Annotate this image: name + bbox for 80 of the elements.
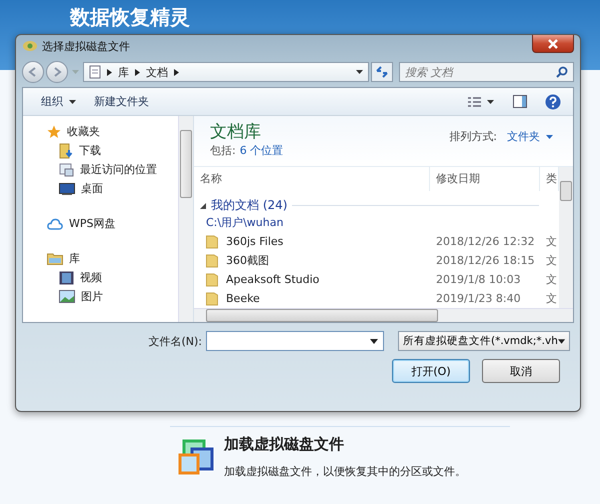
breadcrumb-item[interactable]: 库 bbox=[118, 64, 129, 80]
folder-icon bbox=[206, 254, 218, 268]
column-header[interactable]: 修改日期 bbox=[430, 167, 540, 191]
overlapping-squares-icon bbox=[178, 439, 216, 477]
file-name-label: 文件名(N): bbox=[147, 334, 202, 348]
file-name[interactable]: Apeaksoft Studio bbox=[226, 273, 320, 286]
monitor-icon bbox=[59, 182, 75, 194]
column-header[interactable]: 名称 bbox=[194, 167, 430, 191]
star-icon bbox=[47, 124, 61, 138]
nav-item[interactable]: WPS网盘 bbox=[47, 214, 178, 233]
scrollbar[interactable] bbox=[178, 116, 193, 322]
file-name[interactable]: 360js Files bbox=[226, 235, 284, 248]
arrange-label: 排列方式: bbox=[449, 129, 497, 144]
caret-icon bbox=[69, 100, 76, 104]
caret-icon bbox=[558, 338, 565, 344]
nav-item[interactable]: 图片 bbox=[47, 287, 178, 306]
table-cell-text: 文 bbox=[545, 272, 558, 287]
file-name[interactable]: Beeke bbox=[226, 292, 260, 305]
table-cell-text: 2019/1/23 8:40 bbox=[435, 292, 522, 305]
back-button[interactable] bbox=[22, 61, 44, 83]
list-view-icon bbox=[467, 96, 495, 108]
chevron-icon bbox=[107, 68, 112, 76]
nav-item[interactable]: 库 bbox=[47, 249, 178, 268]
file-type-dropdown[interactable]: 所有虚拟硬盘文件(*.vmdk;*.vh bbox=[398, 331, 570, 351]
organize-button[interactable]: 组织 bbox=[37, 92, 84, 111]
folder-icon bbox=[206, 272, 218, 286]
folder-icon bbox=[206, 292, 218, 306]
folder-download-icon bbox=[59, 142, 73, 158]
group-path: C:\用户\wuhan bbox=[205, 215, 284, 230]
help-icon bbox=[545, 94, 561, 110]
table-cell-text: 文 bbox=[545, 234, 558, 249]
file-name[interactable]: 360截图 bbox=[226, 253, 269, 268]
library-title: 文档库 bbox=[210, 121, 262, 143]
chevron-icon bbox=[135, 68, 140, 76]
recent-places-icon bbox=[59, 162, 74, 176]
picture-icon bbox=[59, 290, 75, 303]
nav-item[interactable]: 桌面 bbox=[47, 179, 178, 198]
forward-button[interactable] bbox=[46, 61, 68, 83]
refresh-button[interactable] bbox=[371, 62, 393, 82]
arrange-dropdown[interactable]: 文件夹 bbox=[507, 129, 553, 144]
table-cell-text: 2019/1/8 10:03 bbox=[435, 273, 522, 286]
dialog-button[interactable]: 打开(O) bbox=[392, 359, 470, 383]
scrollbar[interactable] bbox=[559, 167, 573, 308]
table-cell-text: 文 bbox=[545, 253, 558, 268]
nav-item[interactable]: 下载 bbox=[47, 141, 178, 160]
close-button[interactable] bbox=[532, 35, 574, 53]
nav-item[interactable]: 最近访问的位置 bbox=[47, 160, 178, 179]
folder-icon bbox=[47, 252, 63, 265]
refresh-arrows-icon bbox=[375, 65, 389, 79]
nav-item[interactable]: 视频 bbox=[47, 268, 178, 287]
dialog-button[interactable]: 取消 bbox=[482, 359, 560, 383]
search-field[interactable]: 搜索 文档 bbox=[399, 62, 574, 82]
address-bar[interactable]: 库 文档 bbox=[83, 62, 369, 82]
chevron-icon bbox=[174, 68, 179, 76]
search-icon bbox=[556, 66, 568, 78]
caret-icon bbox=[370, 338, 378, 344]
pane-icon bbox=[513, 95, 527, 108]
group-title: 我的文档 (24) bbox=[211, 197, 288, 214]
scrollbar[interactable] bbox=[194, 308, 573, 322]
collapse-triangle-icon[interactable] bbox=[200, 202, 206, 208]
cloud-icon bbox=[47, 218, 63, 230]
new-folder-button[interactable]: 新建文件夹 bbox=[90, 92, 157, 111]
file-name-field[interactable] bbox=[206, 331, 384, 351]
table-cell-text: 2018/12/26 18:15 bbox=[435, 254, 536, 267]
app-title: 数据恢复精灵 bbox=[70, 4, 190, 31]
document-icon bbox=[89, 65, 101, 79]
locations-link[interactable]: 6 个位置 bbox=[240, 143, 284, 158]
close-icon bbox=[547, 38, 559, 48]
disk-icon bbox=[22, 39, 38, 53]
dialog-title: 选择虚拟磁盘文件 bbox=[42, 38, 130, 54]
folder-icon bbox=[206, 234, 218, 248]
feature-description: 加载虚拟磁盘文件，以便恢复其中的分区或文件。 bbox=[224, 464, 466, 479]
caret-icon bbox=[546, 134, 553, 138]
breadcrumb-item[interactable]: 文档 bbox=[146, 64, 168, 80]
feature-title: 加载虚拟磁盘文件 bbox=[224, 435, 345, 454]
film-icon bbox=[59, 270, 74, 284]
includes-label: 包括: bbox=[210, 143, 236, 158]
nav-item[interactable]: 收藏夹 bbox=[47, 122, 178, 141]
table-cell-text: 文 bbox=[545, 291, 558, 306]
table-cell-text: 2018/12/26 12:32 bbox=[435, 235, 536, 248]
